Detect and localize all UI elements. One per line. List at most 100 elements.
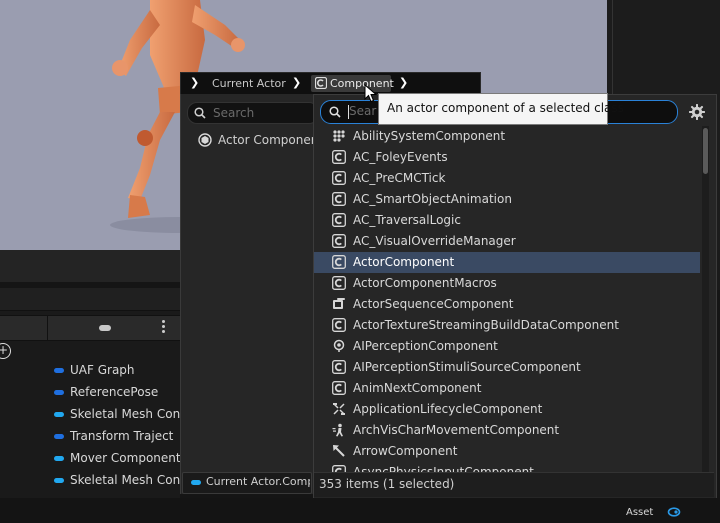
dots-grid-icon [333,129,345,142]
list-item[interactable]: AbilitySystemComponent [314,126,700,147]
search-icon [194,107,206,119]
component-type-pill [54,434,64,439]
component-icon [198,133,212,147]
list-item-label: AC_FoleyEvents [353,149,448,164]
c-class-icon [315,77,327,89]
chevron-right-icon[interactable]: ❯ [190,76,199,89]
chevron-right-icon[interactable]: ❯ [292,76,301,89]
movement-icon [332,423,343,436]
column-header [0,315,180,341]
list-item-label: AIPerceptionComponent [353,338,498,353]
list-item-label: ActorComponent [353,254,455,269]
list-item[interactable]: Skeletal Mesh Con [0,470,180,492]
column-header-pill [99,325,111,331]
status-bar: Asset [0,498,720,523]
binding-picker-panel [180,94,316,494]
list-item[interactable]: AC_PreCMCTick [314,168,700,189]
add-component-icon[interactable]: + [0,343,11,359]
search-input-value: Sear [349,104,377,118]
tooltip: An actor component of a selected class [378,93,624,125]
tree-item-actor-component[interactable]: Actor Componen [197,132,318,149]
component-type-pill [54,412,64,417]
list-item[interactable]: ArrowComponent [314,441,700,462]
list-item[interactable]: AC_SmartObjectAnimation [314,189,700,210]
component-list-panel: + UAF Graph ReferencePose Skeletal Mesh … [0,288,181,523]
component-type-pill [54,478,64,483]
list-item-label: Skeletal Mesh Con [70,407,181,421]
sequence-icon [333,297,345,309]
list-item[interactable]: AnimNextComponent [314,378,700,399]
list-item-selected[interactable]: ActorComponent [314,251,700,273]
c-class-icon [332,212,346,227]
list-item-label: AnimNextComponent [353,380,482,395]
arrow-icon [333,444,345,457]
gear-icon[interactable] [688,103,706,121]
component-type-pill [54,368,64,373]
list-item[interactable]: UAF Graph [0,360,180,382]
link-icon[interactable] [667,507,681,517]
list-item-label: AbilitySystemComponent [353,128,506,143]
list-item-label: ApplicationLifecycleComponent [353,401,543,416]
list-item-label: ArchVisCharMovementComponent [353,422,560,437]
list-item[interactable]: ActorComponentMacros [314,273,700,294]
list-item-label: ActorTextureStreamingBuildDataComponent [353,317,619,332]
chevron-right-icon[interactable]: ❯ [399,76,408,89]
component-type-pill [54,390,64,395]
list-item-label: AIPerceptionStimuliSourceComponent [353,359,581,374]
tooltip-text: An actor component of a selected class [387,101,624,115]
perception-icon [333,339,345,352]
c-class-icon [332,170,346,185]
list-item-label: Mover Component [70,451,181,465]
list-item[interactable]: ArchVisCharMovementComponent [314,420,700,441]
scrollbar-thumb[interactable] [703,128,708,174]
search-placeholder: Search [213,106,255,120]
list-item-label: Transform Traject [70,429,174,443]
list-footer: 353 items (1 selected) [314,472,714,497]
binding-chip-label: Current Actor.Compo [206,475,310,488]
list-item[interactable]: AIPerceptionStimuliSourceComponent [314,357,700,378]
list-item-label: ArrowComponent [353,443,458,458]
list-item[interactable]: AsyncPhysicsInputComponent [314,462,700,472]
breadcrumb-item-label: Component [330,77,394,90]
list-item-label: AC_PreCMCTick [353,170,446,185]
c-class-icon [332,191,346,206]
component-type-pill [54,456,64,461]
list-item[interactable]: Skeletal Mesh Con [0,404,180,426]
search-icon [329,106,341,118]
asset-label: Asset [626,507,654,518]
c-class-icon [332,149,346,164]
list-item[interactable]: ActorTextureStreamingBuildDataComponent [314,315,700,336]
list-item-label: AC_TraversalLogic [353,212,461,227]
list-item[interactable]: ApplicationLifecycleComponent [314,399,700,420]
mouse-cursor-icon [364,84,378,103]
list-item[interactable]: Mover Component [0,448,181,470]
breadcrumb-item-component[interactable]: Component [311,75,394,92]
binding-chip[interactable]: Current Actor.Compo [182,472,312,494]
list-item-label: ActorComponentMacros [353,275,497,290]
list-item[interactable]: ReferencePose [0,382,180,404]
c-class-icon [332,359,346,374]
column-options-icon[interactable] [162,320,166,336]
list-item[interactable]: AC_VisualOverrideManager [314,231,700,252]
list-item-label: ReferencePose [70,385,159,399]
panel-tab-strip [0,288,180,311]
c-class-icon [332,233,346,248]
c-class-icon [332,254,346,269]
list-item-label: AC_SmartObjectAnimation [353,191,512,206]
c-class-icon [332,464,346,472]
list-item[interactable]: ActorSequenceComponent [314,294,700,315]
list-item[interactable]: AC_FoleyEvents [314,147,700,168]
list-item[interactable]: Transform Traject [0,426,180,448]
list-item-label: ActorSequenceComponent [353,296,514,311]
list-scrollbar[interactable] [702,126,709,472]
panel-search-input[interactable]: Search [187,102,319,124]
list-item-label: Skeletal Mesh Con [70,473,181,487]
list-item[interactable]: AC_TraversalLogic [314,210,700,231]
c-class-icon [332,380,346,395]
component-type-pill [191,480,201,485]
list-item-label: UAF Graph [70,363,135,377]
list-item-label: AC_VisualOverrideManager [353,233,516,248]
breadcrumb-item-current-actor[interactable]: Current Actor [212,77,286,90]
c-class-icon [332,275,346,290]
list-item[interactable]: AIPerceptionComponent [314,336,700,357]
